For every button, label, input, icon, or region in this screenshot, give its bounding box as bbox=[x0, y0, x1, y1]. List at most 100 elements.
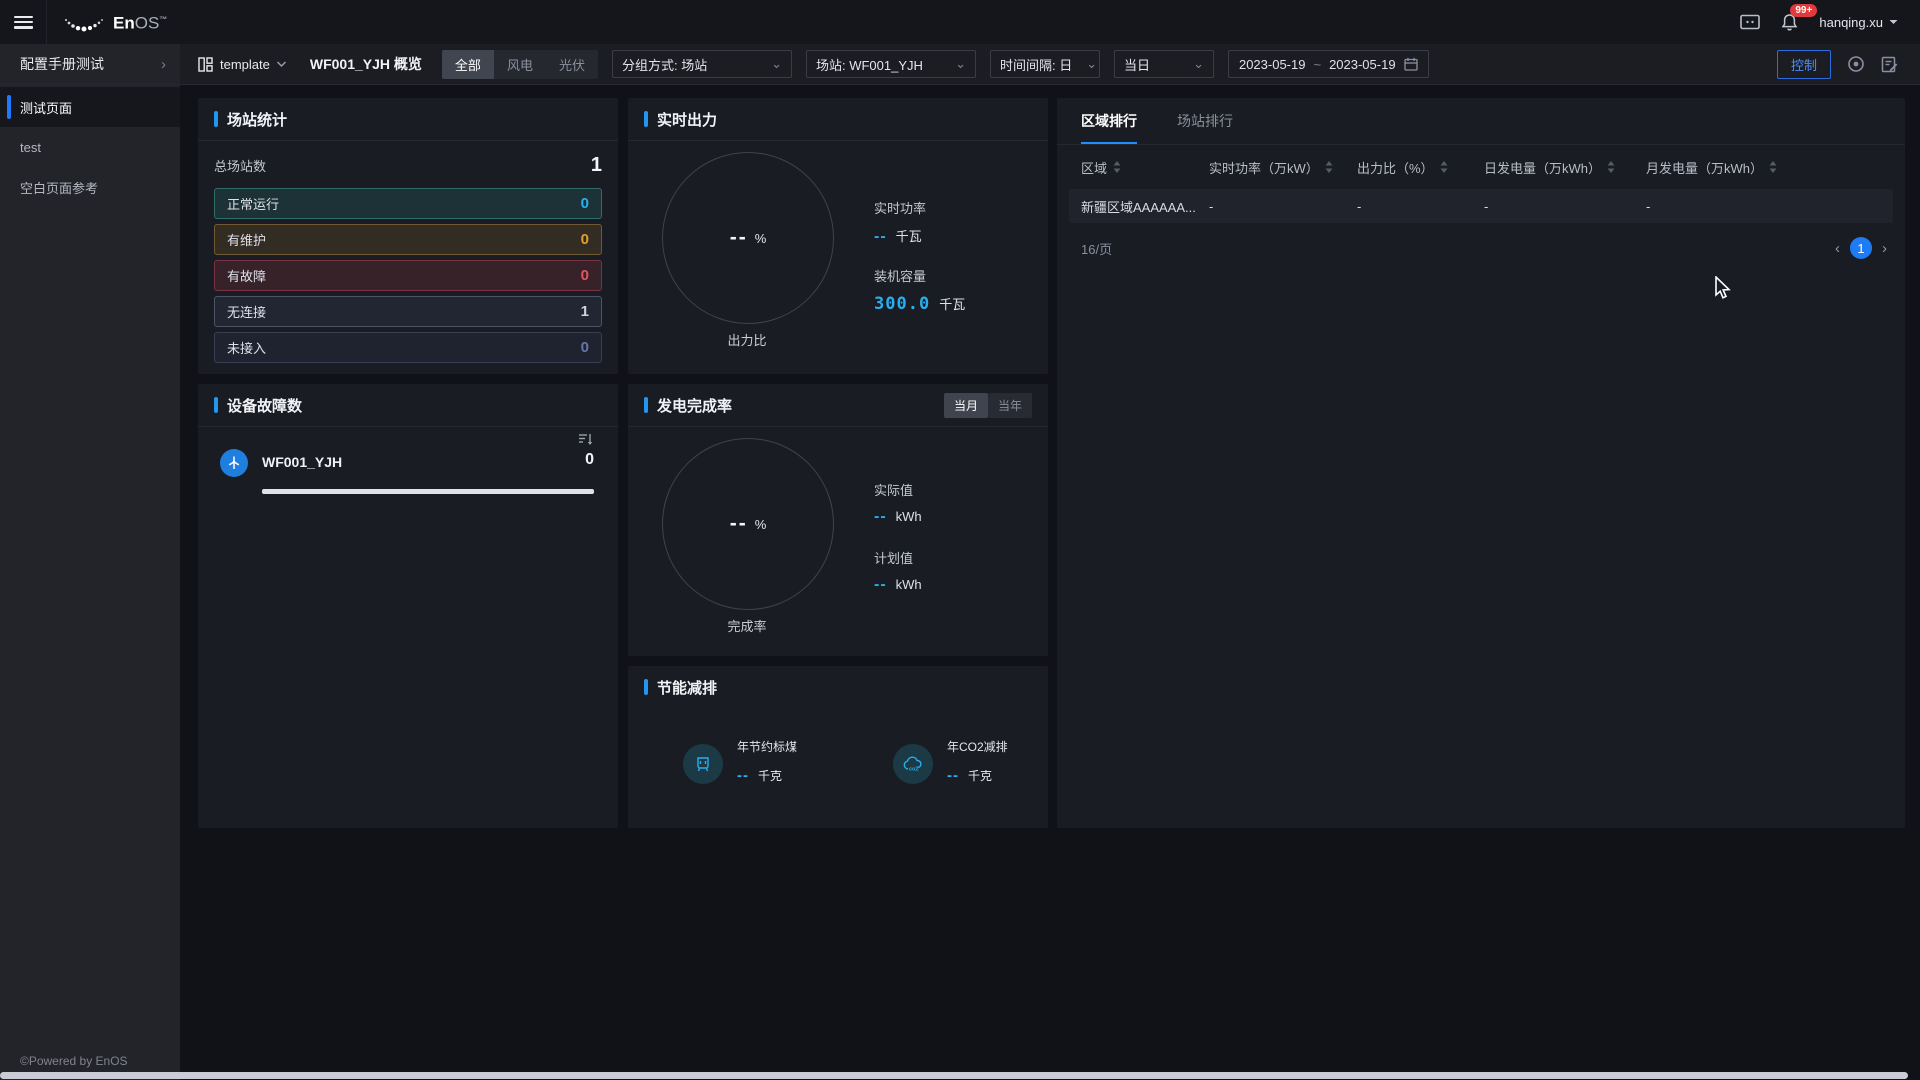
card-title: 实时出力 bbox=[657, 109, 717, 130]
calendar-icon bbox=[1404, 57, 1418, 71]
tab-wind[interactable]: 风电 bbox=[494, 50, 546, 79]
title-marker bbox=[214, 111, 218, 127]
hamburger-menu-button[interactable] bbox=[0, 0, 47, 44]
prev-page-button[interactable]: ‹ bbox=[1835, 240, 1840, 257]
card-title: 发电完成率 bbox=[657, 395, 732, 416]
template-label: template bbox=[220, 57, 270, 72]
column-region[interactable]: 区域 bbox=[1081, 158, 1209, 177]
period-select[interactable]: 当日⌄ bbox=[1114, 50, 1214, 78]
page-number-1[interactable]: 1 bbox=[1850, 237, 1872, 259]
date-separator: ~ bbox=[1313, 57, 1321, 72]
date-to: 2023-05-19 bbox=[1329, 57, 1396, 72]
template-switcher[interactable]: template bbox=[198, 57, 286, 72]
output-ratio-gauge: -- % bbox=[662, 152, 834, 324]
main-content: 场站统计 总场站数 1 正常运行 0 有维护 0 有故障 0 bbox=[180, 84, 1920, 1080]
enos-dashboard: EnOS™ 99+ hanqing.xu 配置手册测试 › template bbox=[0, 0, 1920, 1080]
column-realtime-power[interactable]: 实时功率（万kW） bbox=[1209, 158, 1357, 177]
sort-icon[interactable] bbox=[1607, 161, 1615, 173]
display-monitor-icon[interactable] bbox=[1740, 14, 1760, 31]
energy-type-tabs: 全部 风电 光伏 bbox=[442, 50, 598, 79]
status-row-maintenance: 有维护 0 bbox=[214, 224, 602, 255]
layout-grid-icon bbox=[198, 57, 213, 72]
notifications-bell-icon[interactable]: 99+ bbox=[1780, 13, 1799, 32]
chevron-down-icon: ⌄ bbox=[1086, 56, 1097, 72]
interval-select[interactable]: 时间间隔: 日⌄ bbox=[990, 50, 1100, 78]
topbar-right: 99+ hanqing.xu bbox=[1740, 13, 1920, 32]
title-marker bbox=[644, 679, 648, 695]
energy-item-co2: co2 年CO2减排 -- 千克 bbox=[893, 738, 1008, 784]
station-select[interactable]: 场站: WF001_YJH⌄ bbox=[806, 50, 976, 78]
sidebar-item-test-page[interactable]: 测试页面 bbox=[0, 87, 180, 127]
chevron-down-icon: ⌄ bbox=[955, 56, 966, 72]
card-realtime-output: 实时出力 -- % 出力比 实时功率 -- 千瓦 装机容量 300.0 千瓦 bbox=[628, 98, 1048, 374]
status-row-fault: 有故障 0 bbox=[214, 260, 602, 291]
ranking-pagination: 16/页 ‹ 1 › bbox=[1057, 223, 1905, 259]
card-energy-saving: 节能减排 年节约标煤 -- 千克 co2 年CO2减排 -- 千克 bbox=[628, 666, 1048, 828]
column-daily-generation[interactable]: 日发电量（万kWh） bbox=[1484, 158, 1646, 177]
tab-station-ranking[interactable]: 场站排行 bbox=[1177, 98, 1233, 144]
title-marker bbox=[644, 397, 648, 413]
tab-all[interactable]: 全部 bbox=[442, 50, 494, 79]
sort-icon[interactable] bbox=[1325, 161, 1333, 173]
status-row-disconnected: 无连接 1 bbox=[214, 296, 602, 327]
username: hanqing.xu bbox=[1819, 15, 1883, 30]
edit-document-icon[interactable] bbox=[1881, 56, 1898, 73]
completion-period-tabs: 当月 当年 bbox=[944, 393, 1032, 418]
gauge-label: 出力比 bbox=[662, 330, 832, 349]
enos-logo-swoosh-icon bbox=[63, 11, 105, 37]
hamburger-icon bbox=[14, 16, 33, 29]
chevron-down-icon: ⌄ bbox=[771, 56, 782, 72]
gauge-label: 完成率 bbox=[662, 616, 832, 635]
sort-descending-icon[interactable] bbox=[578, 433, 594, 452]
date-from: 2023-05-19 bbox=[1239, 57, 1306, 72]
group-by-select[interactable]: 分组方式: 场站⌄ bbox=[612, 50, 792, 78]
sidebar: 测试页面 test 空白页面参考 ©Powered by EnOS bbox=[0, 84, 180, 1080]
card-device-faults: 设备故障数 WF001_YJH 0 bbox=[198, 384, 618, 828]
sort-icon[interactable] bbox=[1113, 161, 1121, 173]
target-icon[interactable] bbox=[1847, 55, 1865, 73]
enos-logo: EnOS™ bbox=[63, 7, 167, 37]
sidebar-item-blank-page-ref[interactable]: 空白页面参考 bbox=[0, 167, 180, 207]
cell-output-ratio: - bbox=[1357, 199, 1484, 214]
card-title: 设备故障数 bbox=[227, 395, 302, 416]
chevron-down-icon bbox=[1889, 19, 1898, 25]
tab-solar[interactable]: 光伏 bbox=[546, 50, 598, 79]
page-size-label: 16/页 bbox=[1081, 239, 1112, 258]
device-fault-bar bbox=[262, 489, 594, 494]
column-output-ratio[interactable]: 出力比（%） bbox=[1357, 158, 1484, 177]
user-menu[interactable]: hanqing.xu bbox=[1819, 15, 1898, 30]
tab-current-month[interactable]: 当月 bbox=[944, 393, 988, 418]
device-fault-count: 0 bbox=[585, 451, 594, 469]
completion-rate-gauge: -- % bbox=[662, 438, 834, 610]
device-fault-item[interactable]: WF001_YJH 0 bbox=[220, 445, 594, 521]
sidebar-collapse-header[interactable]: 配置手册测试 › bbox=[0, 44, 180, 84]
sort-icon[interactable] bbox=[1440, 161, 1448, 173]
co2-cloud-icon: co2 bbox=[893, 744, 933, 784]
title-marker bbox=[214, 397, 218, 413]
device-name: WF001_YJH bbox=[262, 454, 342, 470]
ranking-table-header: 区域 实时功率（万kW） 出力比（%） 日发电量（万kWh） 月发电量（万kWh… bbox=[1057, 145, 1905, 189]
control-button[interactable]: 控制 bbox=[1777, 50, 1831, 79]
chevron-down-icon bbox=[277, 61, 286, 67]
card-title: 场站统计 bbox=[227, 109, 287, 130]
ranking-tabs: 区域排行 场站排行 bbox=[1057, 98, 1905, 145]
svg-text:co2: co2 bbox=[909, 767, 918, 773]
sort-icon[interactable] bbox=[1769, 161, 1777, 173]
column-monthly-generation[interactable]: 月发电量（万kWh） bbox=[1646, 158, 1893, 177]
date-range-picker[interactable]: 2023-05-19 ~ 2023-05-19 bbox=[1228, 50, 1429, 78]
horizontal-scrollbar[interactable] bbox=[0, 1072, 1908, 1079]
sidebar-item-test[interactable]: test bbox=[0, 127, 180, 167]
title-marker bbox=[644, 111, 648, 127]
tab-current-year[interactable]: 当年 bbox=[988, 393, 1032, 418]
metric-installed-capacity: 装机容量 300.0 千瓦 bbox=[874, 266, 965, 314]
coal-icon bbox=[683, 744, 723, 784]
cell-daily-generation: - bbox=[1484, 199, 1646, 214]
next-page-button[interactable]: › bbox=[1882, 240, 1887, 257]
total-stations-row: 总场站数 1 bbox=[214, 147, 602, 183]
cell-monthly-generation: - bbox=[1646, 199, 1893, 214]
powered-by-footer: ©Powered by EnOS bbox=[20, 1054, 128, 1068]
tab-region-ranking[interactable]: 区域排行 bbox=[1081, 98, 1137, 144]
ranking-table-row[interactable]: 新疆区域AAAAAA... - - - - bbox=[1069, 189, 1893, 223]
page-title: WF001_YJH 概览 bbox=[310, 54, 422, 74]
total-stations-value: 1 bbox=[591, 154, 602, 177]
